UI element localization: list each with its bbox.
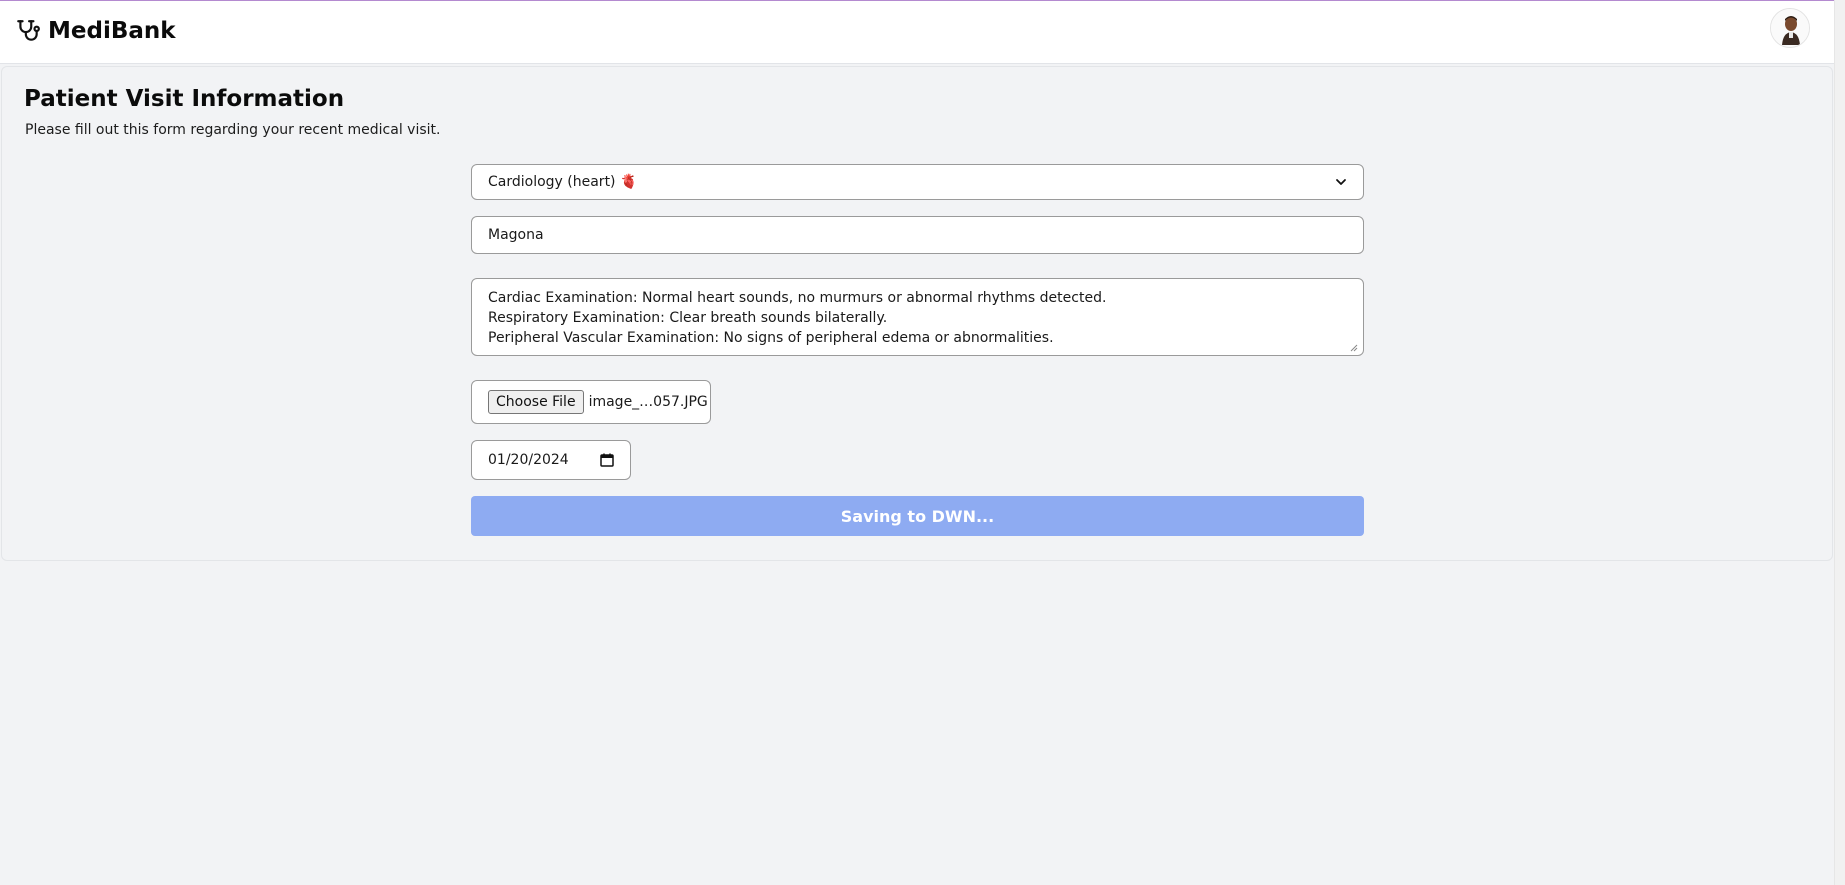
brand[interactable]: MediBank (15, 18, 176, 44)
visit-date-input[interactable]: 01/20/2024 (471, 440, 631, 480)
chevron-down-icon (1336, 179, 1346, 185)
doctor-name-value: Magona (488, 227, 544, 243)
calendar-icon[interactable] (600, 453, 614, 467)
avatar-icon (1771, 9, 1809, 47)
app-name: MediBank (48, 18, 176, 44)
doctor-name-input[interactable]: Magona (471, 216, 1364, 254)
save-button[interactable]: Saving to DWN... (471, 496, 1364, 536)
page-title: Patient Visit Information (24, 86, 345, 112)
specialty-select-value: Cardiology (heart) 🫀 (488, 174, 638, 190)
visit-notes-textarea[interactable]: Cardiac Examination: Normal heart sounds… (471, 278, 1364, 356)
page-subtitle: Please fill out this form regarding your… (25, 122, 441, 138)
vertical-scrollbar[interactable] (1834, 0, 1845, 885)
specialty-select[interactable]: Cardiology (heart) 🫀 (471, 164, 1364, 200)
selected-file-name: image_…057.JPG (588, 394, 708, 410)
top-navbar: MediBank (0, 1, 1834, 64)
visit-date-value: 01/20/2024 (488, 452, 569, 468)
stethoscope-icon (17, 20, 40, 41)
resize-handle-icon[interactable] (1350, 344, 1358, 352)
file-upload-input[interactable]: Choose File image_…057.JPG (471, 380, 711, 424)
choose-file-button[interactable]: Choose File (488, 390, 584, 414)
user-avatar[interactable] (1770, 8, 1810, 48)
